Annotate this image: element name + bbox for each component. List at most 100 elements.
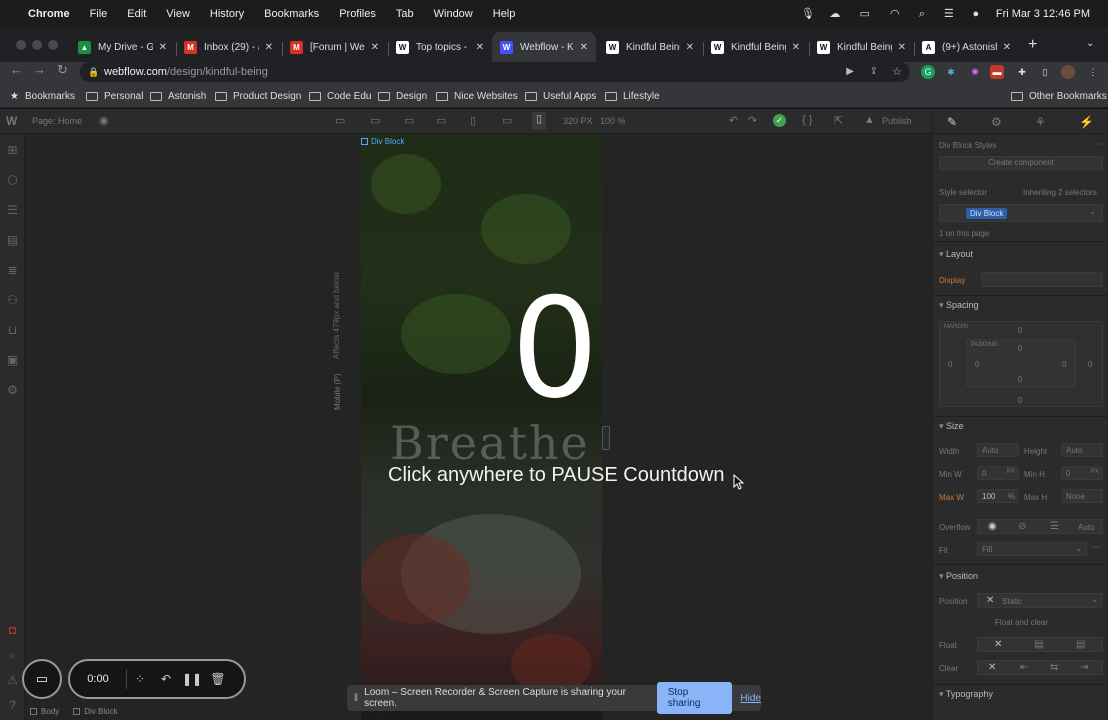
tab-search-chevron-icon[interactable]: ⌄ bbox=[1086, 38, 1094, 49]
menu-help[interactable]: Help bbox=[493, 8, 516, 20]
fit-select[interactable]: Fill ⌄ bbox=[977, 542, 1087, 556]
audit-icon[interactable]: ⚠ bbox=[6, 674, 19, 687]
webflow-logo-icon[interactable]: W bbox=[6, 114, 17, 128]
position-section-heading[interactable]: Position bbox=[939, 571, 978, 582]
bookmark-folder-lifestyle[interactable]: Lifestyle bbox=[605, 84, 660, 108]
breakpoint-laptop-icon[interactable]: ▭ bbox=[404, 114, 414, 127]
close-tab-icon[interactable]: ✕ bbox=[1003, 42, 1011, 53]
help-icon[interactable]: ? bbox=[6, 699, 19, 712]
preview-eye-icon[interactable]: ◉ bbox=[99, 114, 109, 127]
min-width-input[interactable]: 0 PX bbox=[977, 466, 1019, 480]
bookmark-folder-design[interactable]: Design bbox=[378, 84, 427, 108]
close-window-button[interactable] bbox=[16, 40, 26, 50]
overflow-scroll-icon[interactable]: ☰ bbox=[1050, 521, 1059, 532]
close-tab-icon[interactable]: ✕ bbox=[371, 42, 379, 53]
spacing-section-heading[interactable]: Spacing bbox=[939, 300, 979, 311]
height-input[interactable]: Auto bbox=[1061, 443, 1103, 457]
clear-none-icon[interactable]: ✕ bbox=[988, 662, 996, 673]
creative-cloud-icon[interactable]: ☁ bbox=[828, 8, 842, 20]
overflow-visible-eye-icon[interactable]: ◉ bbox=[988, 521, 997, 532]
close-tab-icon[interactable]: ✕ bbox=[265, 42, 273, 53]
menu-file[interactable]: File bbox=[90, 8, 108, 20]
float-left-icon[interactable]: ▤ bbox=[1034, 639, 1043, 650]
breathe-heading[interactable]: Breathe bbox=[390, 416, 590, 470]
clear-both-icon[interactable]: ⇆ bbox=[1050, 662, 1058, 673]
settings-gear-icon[interactable]: ⚙ bbox=[6, 384, 19, 397]
close-tab-icon[interactable]: ✕ bbox=[159, 42, 167, 53]
breadcrumb-div-block[interactable]: Div Block bbox=[68, 707, 122, 716]
forward-icon[interactable]: → bbox=[33, 62, 46, 77]
assets-icon[interactable]: ▣ bbox=[6, 354, 19, 367]
loom-camera-button[interactable]: ▭ bbox=[22, 659, 62, 699]
browser-tab[interactable]: ▲ My Drive - Go✕ bbox=[70, 32, 175, 62]
address-bar[interactable]: 🔒 webflow.com/design/kindful-being ▶ ⇪ ☆ bbox=[80, 62, 910, 82]
clear-left-icon[interactable]: ⇤ bbox=[1020, 662, 1028, 673]
share-icon[interactable]: ⇪ bbox=[870, 62, 878, 82]
extension-badge-icon[interactable]: ▬ bbox=[990, 65, 1004, 79]
class-chip[interactable]: Div Block bbox=[966, 208, 1008, 219]
navigator-icon[interactable]: ☰ bbox=[6, 204, 19, 217]
pause-icon[interactable]: ❚❚ bbox=[179, 672, 205, 686]
frame-resize-handle[interactable] bbox=[602, 426, 610, 450]
grammarly-icon[interactable]: G bbox=[921, 65, 935, 79]
typography-section-heading[interactable]: Typography bbox=[939, 689, 993, 700]
publish-rocket-icon[interactable]: ▲ bbox=[864, 114, 875, 126]
close-tab-icon[interactable]: ✕ bbox=[580, 42, 588, 53]
bookmark-folder-astonish[interactable]: Astonish bbox=[150, 84, 206, 108]
countdown-number[interactable]: 0 bbox=[511, 280, 599, 418]
float-right-icon[interactable]: ▤ bbox=[1076, 639, 1085, 650]
style-brush-icon[interactable]: ✎ bbox=[947, 115, 957, 129]
menu-bookmarks[interactable]: Bookmarks bbox=[264, 8, 319, 20]
breakpoint-desktop-large-icon[interactable]: ▭ bbox=[335, 114, 345, 127]
breakpoint-mobile-landscape-icon[interactable]: ▭ bbox=[502, 114, 512, 127]
clear-options[interactable]: ✕ ⇤ ⇆ ⇥ bbox=[977, 660, 1103, 675]
browser-tab-active[interactable]: W Webflow - Kin✕ bbox=[492, 32, 596, 62]
padding-box[interactable]: PADDING 0 0 0 0 bbox=[966, 339, 1076, 387]
add-panel-icon[interactable]: ⊞ bbox=[6, 144, 19, 157]
bookmark-folder-nice-websites[interactable]: Nice Websites bbox=[436, 84, 518, 108]
menu-history[interactable]: History bbox=[210, 8, 244, 20]
browser-tab[interactable]: W Top topics - F✕ bbox=[388, 32, 492, 62]
menu-tab[interactable]: Tab bbox=[396, 8, 414, 20]
extensions-puzzle-icon[interactable]: ✚ bbox=[1015, 65, 1029, 79]
trash-icon[interactable]: 🗑 bbox=[205, 672, 231, 686]
drawing-tools-icon[interactable]: ⁘ bbox=[127, 672, 153, 686]
selected-element-tag[interactable]: Div Block bbox=[361, 136, 404, 147]
bookmark-folder-code-edu[interactable]: Code Edu bbox=[309, 84, 371, 108]
control-center-icon[interactable]: ☰ bbox=[942, 8, 956, 20]
interactions-bolt-icon[interactable]: ⚡ bbox=[1079, 115, 1094, 129]
breakpoint-mobile-portrait-icon[interactable]: ▯ bbox=[532, 112, 546, 130]
lock-icon[interactable]: 🔒 bbox=[88, 62, 99, 82]
stop-sharing-button[interactable]: Stop sharing bbox=[656, 682, 733, 714]
other-bookmarks-folder[interactable]: Other Bookmarks bbox=[1011, 84, 1107, 108]
bookmark-folder-personal[interactable]: Personal bbox=[86, 84, 143, 108]
bookmark-star-icon[interactable]: ☆ bbox=[892, 62, 902, 82]
ecommerce-cart-icon[interactable]: ⊔ bbox=[6, 324, 19, 337]
publish-button[interactable]: Publish bbox=[882, 116, 912, 126]
max-width-input[interactable]: 100% bbox=[977, 489, 1019, 503]
browser-tab[interactable]: W Kindful Being ✕ bbox=[703, 32, 808, 62]
pages-icon[interactable]: ▤ bbox=[6, 234, 19, 247]
float-and-clear-toggle[interactable]: Float and clear bbox=[995, 618, 1048, 627]
drag-handle-icon[interactable]: ‖ bbox=[354, 693, 358, 704]
new-tab-icon[interactable]: + bbox=[1028, 36, 1037, 54]
camera-indicator-icon[interactable]: ▶ bbox=[846, 62, 854, 82]
menu-window[interactable]: Window bbox=[434, 8, 473, 20]
extension-gear-icon[interactable]: ✺ bbox=[968, 65, 982, 79]
users-icon[interactable]: ⚇ bbox=[6, 294, 19, 307]
position-select[interactable]: ✕ Static ⌄ bbox=[977, 593, 1103, 608]
browser-tab[interactable]: M Inbox (29) - a ✕ bbox=[176, 32, 281, 62]
close-tab-icon[interactable]: ✕ bbox=[476, 42, 484, 53]
breakpoint-base-icon[interactable]: ▭ bbox=[436, 114, 446, 127]
inheriting-selectors[interactable]: Inheriting 2 selectors bbox=[1023, 188, 1097, 197]
share-export-icon[interactable]: ⇱ bbox=[834, 114, 843, 127]
min-height-input[interactable]: 0 PX bbox=[1061, 466, 1103, 480]
code-export-icon[interactable]: { } bbox=[802, 114, 812, 126]
reload-icon[interactable]: ↻ bbox=[57, 62, 68, 78]
breakpoint-tablet-icon[interactable]: ▯ bbox=[470, 114, 476, 127]
battery-icon[interactable]: ▭ bbox=[855, 8, 875, 20]
bookmark-folder-product-design[interactable]: Product Design bbox=[215, 84, 301, 108]
close-tab-icon[interactable]: ✕ bbox=[898, 42, 906, 53]
side-panel-icon[interactable]: ▯ bbox=[1038, 65, 1052, 79]
clear-right-icon[interactable]: ⇥ bbox=[1080, 662, 1088, 673]
